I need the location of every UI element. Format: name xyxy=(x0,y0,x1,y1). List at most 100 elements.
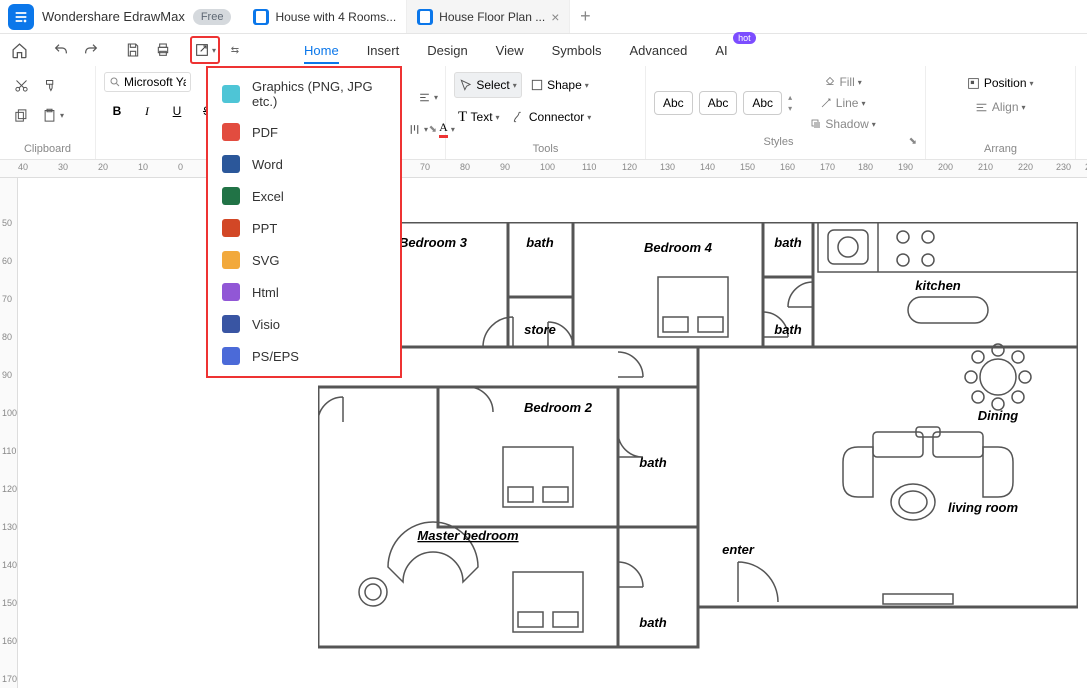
align-h-button[interactable] xyxy=(414,84,442,110)
close-icon[interactable]: × xyxy=(551,9,559,25)
export-ppt[interactable]: PPT xyxy=(208,212,400,244)
font-color-button[interactable]: A xyxy=(434,116,460,142)
export-item-label: SVG xyxy=(252,253,279,268)
shape-button[interactable]: Shape xyxy=(526,72,593,98)
add-tab-button[interactable]: + xyxy=(570,0,600,33)
document-icon xyxy=(253,9,269,25)
menu-symbols[interactable]: Symbols xyxy=(538,34,616,66)
cut-button[interactable] xyxy=(8,72,34,98)
italic-button[interactable]: I xyxy=(134,98,160,124)
document-icon xyxy=(417,9,433,25)
bold-button[interactable]: B xyxy=(104,98,130,124)
export-item-label: PS/EPS xyxy=(252,349,299,364)
shape-label: Shape xyxy=(547,78,582,92)
fill-button[interactable]: Fill xyxy=(806,72,880,92)
export-pdf[interactable]: PDF xyxy=(208,116,400,148)
svg-text:bath: bath xyxy=(774,235,802,250)
export-graphics[interactable]: Graphics (PNG, JPG etc.) xyxy=(208,72,400,116)
tools-group-label: Tools xyxy=(454,141,637,157)
svg-text:Bedroom 3: Bedroom 3 xyxy=(399,235,468,250)
pdf-icon xyxy=(222,123,240,141)
fill-label: Fill xyxy=(839,75,854,89)
menu-insert[interactable]: Insert xyxy=(353,34,414,66)
menu-home[interactable]: Home xyxy=(290,34,353,66)
paragraph-controls xyxy=(414,84,442,110)
svg-text:bath: bath xyxy=(639,615,667,630)
tab-house-floor-plan[interactable]: House Floor Plan ... × xyxy=(407,0,570,33)
paragraph-controls-2: A xyxy=(404,116,460,142)
word-icon xyxy=(222,155,240,173)
export-item-label: Html xyxy=(252,285,279,300)
line-button[interactable]: Line xyxy=(806,93,880,113)
format-painter-button[interactable] xyxy=(38,72,64,98)
horizontal-ruler: 4030201007080901001101201301401501601701… xyxy=(0,160,1087,178)
select-button[interactable]: Select xyxy=(454,72,522,98)
style-preset-2[interactable]: Abc xyxy=(699,91,738,115)
export-html[interactable]: Html xyxy=(208,276,400,308)
styles-dialog-launcher[interactable]: ⬊ xyxy=(903,136,917,150)
ppt-icon xyxy=(222,219,240,237)
font-name-input[interactable] xyxy=(104,72,191,92)
line-label: Line xyxy=(836,96,859,110)
export-item-label: PDF xyxy=(252,125,278,140)
align-label: Align xyxy=(992,100,1019,114)
svg-text:bath: bath xyxy=(774,322,802,337)
style-preset-1[interactable]: Abc xyxy=(654,91,693,115)
ps-icon xyxy=(222,347,240,365)
style-down-icon[interactable]: ▾ xyxy=(788,104,792,113)
tab-house-4-rooms[interactable]: House with 4 Rooms... xyxy=(243,0,407,33)
export-item-label: Visio xyxy=(252,317,280,332)
vertical-ruler: 5060708090100110120130140150160170 xyxy=(0,178,18,688)
style-preset-3[interactable]: Abc xyxy=(743,91,782,115)
export-excel[interactable]: Excel xyxy=(208,180,400,212)
export-item-label: PPT xyxy=(252,221,277,236)
svg-text:Bedroom 4: Bedroom 4 xyxy=(644,240,713,255)
tab-label: House with 4 Rooms... xyxy=(275,10,396,24)
menubar: Home Insert Design View Symbols Advanced… xyxy=(0,34,742,66)
font-name-field[interactable] xyxy=(124,75,186,89)
graphics-icon xyxy=(222,85,240,103)
document-tabs: House with 4 Rooms... House Floor Plan .… xyxy=(243,0,600,33)
export-word[interactable]: Word xyxy=(208,148,400,180)
connector-button[interactable]: Connector xyxy=(508,104,596,130)
underline-button[interactable]: U xyxy=(164,98,190,124)
shadow-label: Shadow xyxy=(825,117,868,131)
arrange-group-label: Arrang xyxy=(934,141,1067,157)
styles-group-label: Styles xyxy=(654,134,903,150)
text-button[interactable]: T Text xyxy=(454,104,504,130)
text-label: Text xyxy=(471,110,493,124)
connector-label: Connector xyxy=(529,110,584,124)
export-visio[interactable]: Visio xyxy=(208,308,400,340)
free-badge: Free xyxy=(193,9,232,25)
svg-text:bath: bath xyxy=(639,455,667,470)
paste-button[interactable] xyxy=(38,102,68,128)
clipboard-group-label: Clipboard xyxy=(8,141,87,157)
align-button[interactable]: Align xyxy=(934,96,1067,118)
canvas[interactable]: Bedroom 3 bath store Bedroom 4 bath bath… xyxy=(18,178,1087,684)
align-v-button[interactable] xyxy=(404,116,432,142)
menu-advanced[interactable]: Advanced xyxy=(615,34,701,66)
hot-badge: hot xyxy=(733,32,756,44)
export-ps-eps[interactable]: PS/EPS xyxy=(208,340,400,372)
menu-ai-label: AI xyxy=(715,43,727,58)
svg-text:store: store xyxy=(524,322,556,337)
svg-text:Master bedroom: Master bedroom xyxy=(417,528,519,543)
copy-button[interactable] xyxy=(8,102,34,128)
tab-label: House Floor Plan ... xyxy=(439,10,545,24)
select-label: Select xyxy=(476,78,509,92)
menu-design[interactable]: Design xyxy=(413,34,481,66)
shadow-button[interactable]: Shadow xyxy=(806,114,880,134)
html-icon xyxy=(222,283,240,301)
svg-text:bath: bath xyxy=(526,235,554,250)
menu-view[interactable]: View xyxy=(482,34,538,66)
svg-text:living room: living room xyxy=(948,500,1019,515)
menu-ai[interactable]: AIhot xyxy=(701,34,741,66)
svg-text:Bedroom 2: Bedroom 2 xyxy=(524,400,593,415)
style-up-icon[interactable]: ▴ xyxy=(788,93,792,102)
position-button[interactable]: Position xyxy=(934,72,1067,94)
floor-plan[interactable]: Bedroom 3 bath store Bedroom 4 bath bath… xyxy=(318,222,1078,662)
svg-text:kitchen: kitchen xyxy=(915,278,961,293)
export-svg[interactable]: SVG xyxy=(208,244,400,276)
app-name: Wondershare EdrawMax xyxy=(42,9,185,24)
app-logo-icon xyxy=(8,4,34,30)
